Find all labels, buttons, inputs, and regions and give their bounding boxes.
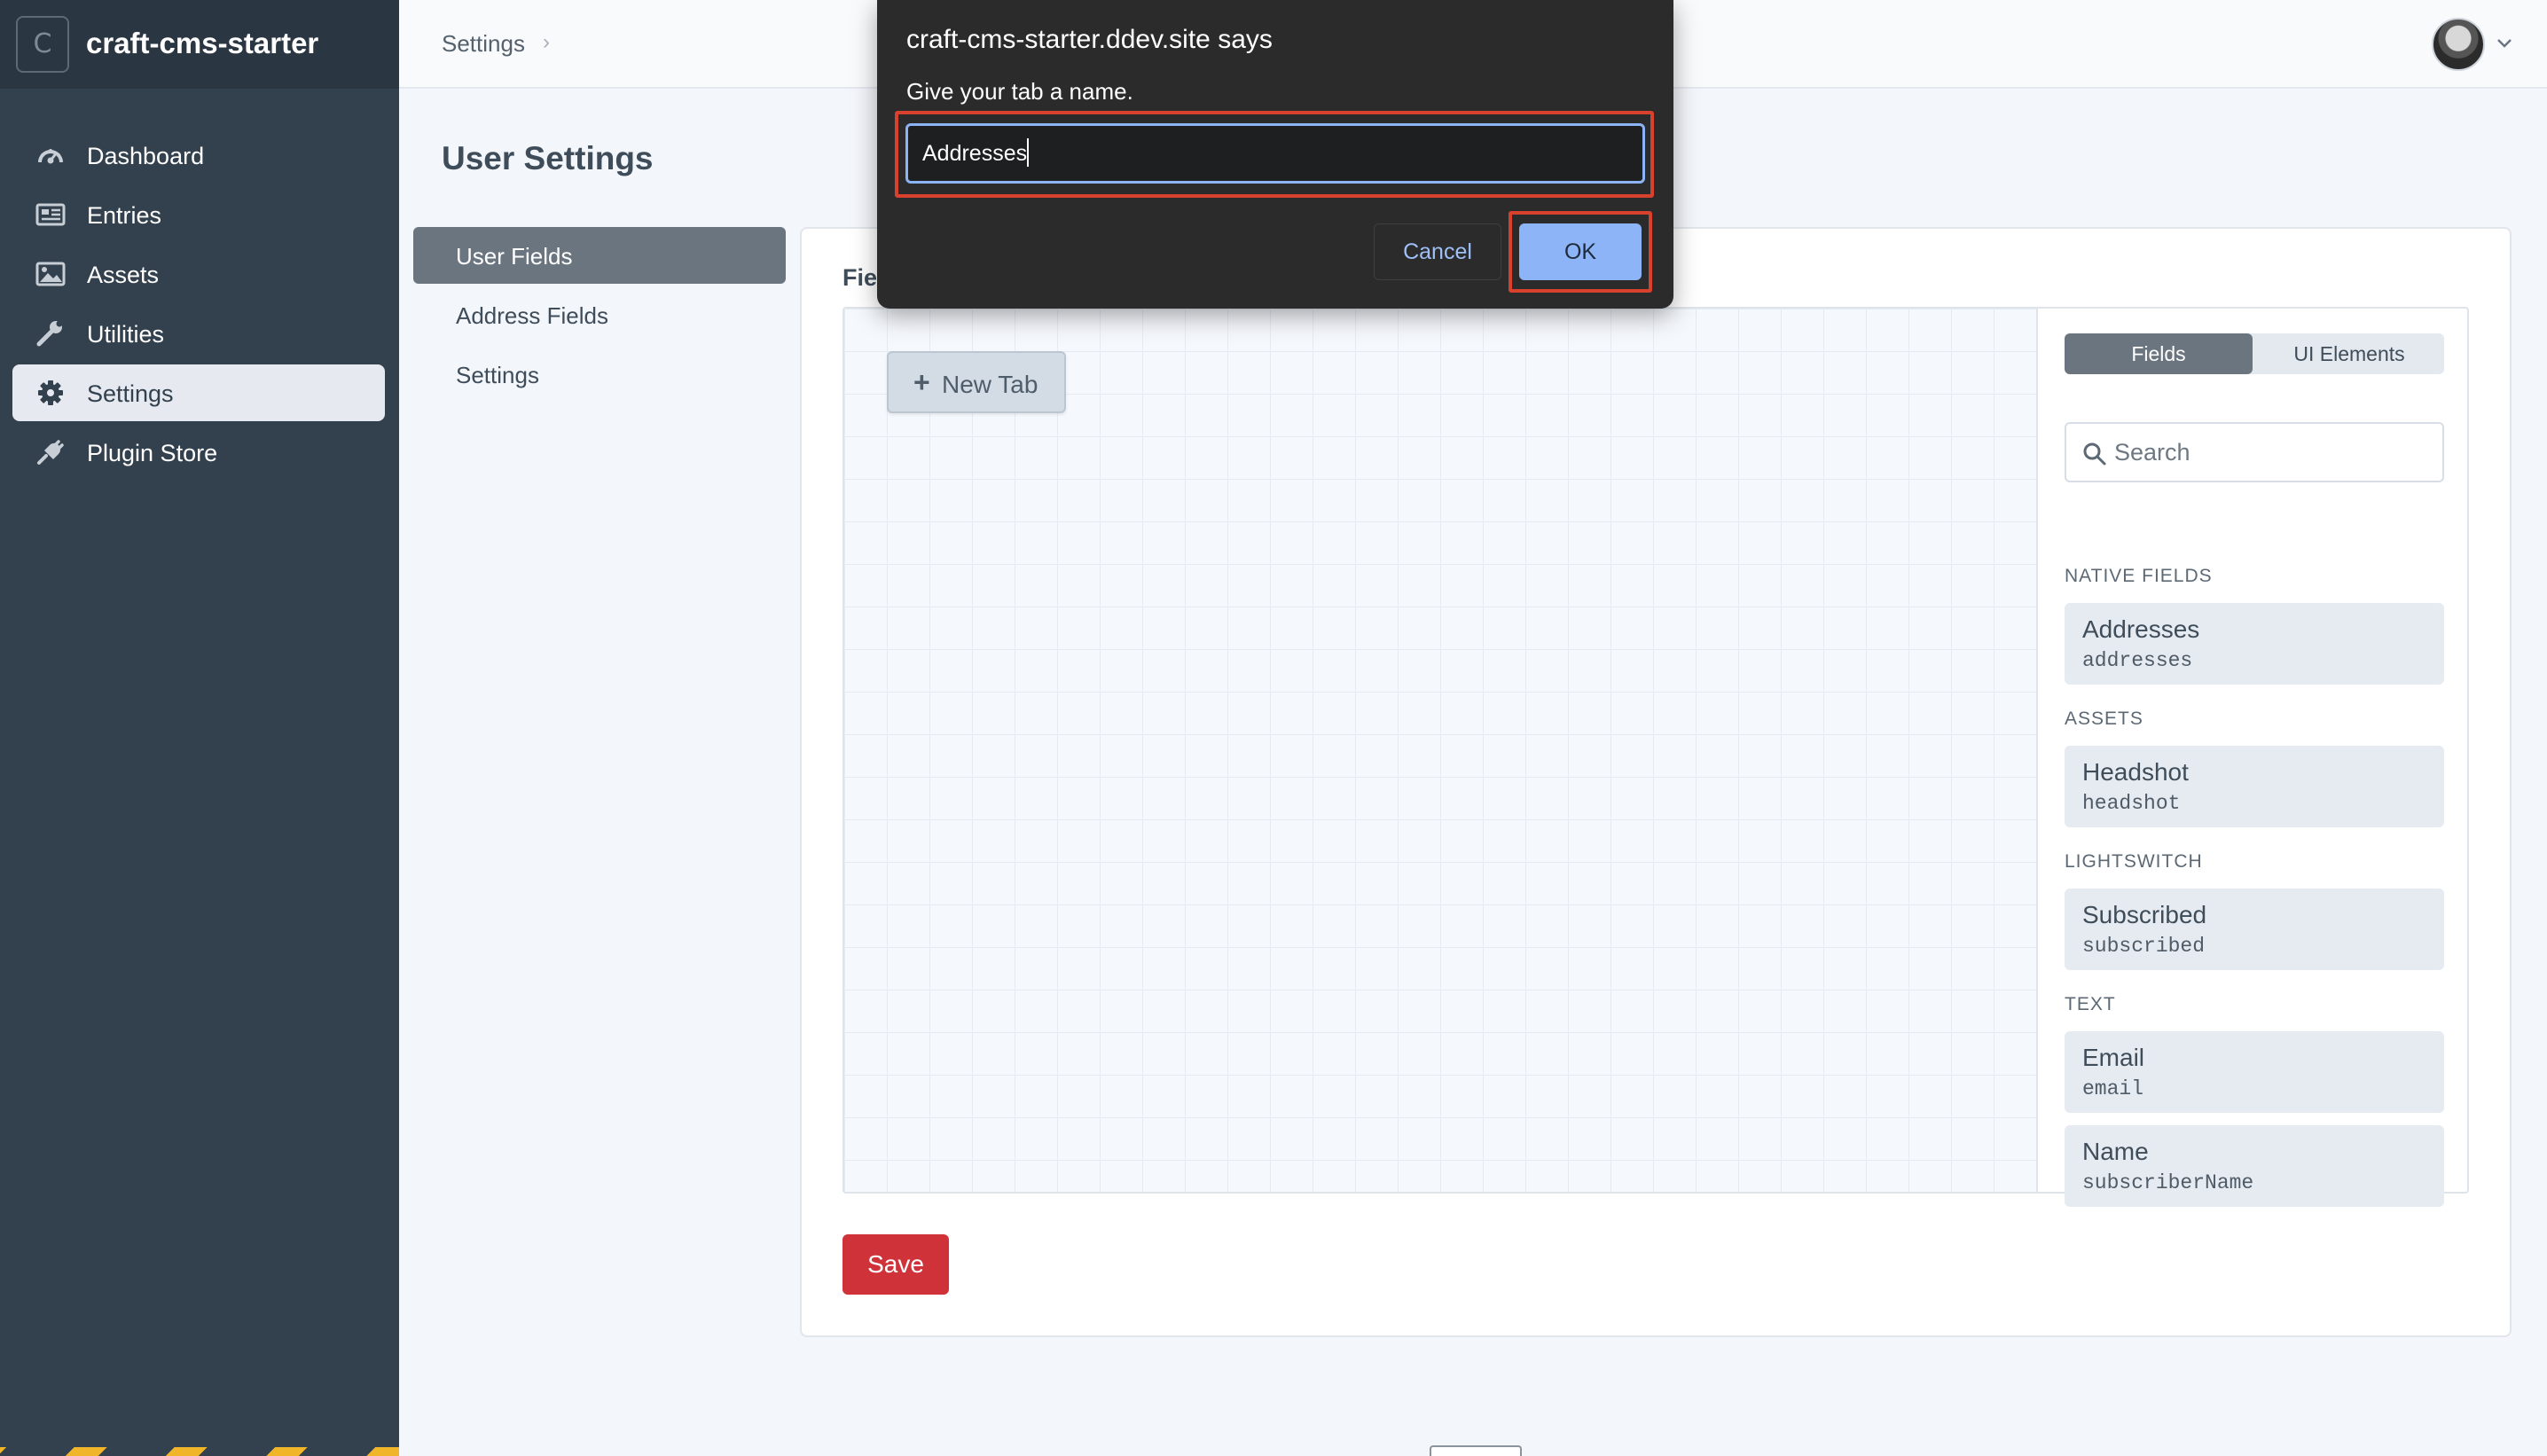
field-item-name[interactable]: Name subscriberName [2065,1125,2444,1207]
sidebar-item-label: Entries [87,202,162,229]
subnav-item-label: Address Fields [456,302,608,329]
sidebar-item-assets[interactable]: Assets [12,246,385,302]
field-layout-card: Fie + New Tab Fields UI Elements NATIVE … [800,227,2512,1337]
field-handle: email [2082,1077,2144,1100]
field-item-email[interactable]: Email email [2065,1031,2444,1113]
ok-button[interactable]: OK [1519,223,1642,280]
group-heading: TEXT [2065,994,2116,1014]
sidebar-item-entries[interactable]: Entries [12,186,385,243]
tab-ui-elements[interactable]: UI Elements [2254,333,2444,374]
sidebar-item-plugin-store[interactable]: Plugin Store [12,424,385,481]
field-name: Email [2082,1044,2145,1071]
field-item-headshot[interactable]: Headshot headshot [2065,746,2444,827]
sidebar-item-settings[interactable]: Settings [12,364,385,421]
field-layout-designer: + New Tab Fields UI Elements NATIVE FIEL… [842,307,2469,1207]
section-title: Fie [842,264,878,291]
search-icon [2083,442,2106,466]
wrench-icon [36,320,63,347]
field-name: Subscribed [2082,901,2207,928]
tab-name-input[interactable] [905,123,1645,184]
dialog-message: Give your tab a name. [906,78,1133,105]
sidebar-item-utilities[interactable]: Utilities [12,305,385,362]
subnav-item-label: Settings [456,362,539,388]
cancel-button[interactable]: Cancel [1374,223,1501,280]
subnav-item-settings[interactable]: Settings [413,346,786,403]
dialog-title: craft-cms-starter.ddev.site says [906,25,1273,54]
text-caret [1027,138,1029,167]
sidebar-item-label: Plugin Store [87,440,218,466]
group-heading: ASSETS [2065,708,2143,729]
prompt-dialog: craft-cms-starter.ddev.site says Give yo… [877,0,1673,309]
brand-bar: C craft-cms-starter [0,0,399,89]
library-tabs: Fields UI Elements [2065,333,2444,374]
field-handle: headshot [2082,792,2181,815]
sidebar-item-label: Utilities [87,321,165,348]
layout-workspace[interactable]: + New Tab [844,309,2038,1192]
breadcrumb[interactable]: Settings [442,30,525,58]
site-logo-icon[interactable]: C [16,16,69,73]
tab-fields[interactable]: Fields [2065,333,2253,374]
sidebar-item-label: Settings [87,380,174,407]
field-name: Addresses [2082,615,2200,643]
field-library: Fields UI Elements NATIVE FIELDS Address… [2065,333,2444,1207]
sidebar-item-dashboard[interactable]: Dashboard [12,127,385,184]
subnav-item-label: User Fields [456,243,573,270]
sidebar: C craft-cms-starter Dashboard Entries As… [0,0,399,1456]
library-search [2065,422,2444,482]
new-tab-label: New Tab [942,371,1038,398]
field-name: Name [2082,1138,2149,1165]
subnav-item-user-fields[interactable]: User Fields [413,227,786,284]
field-item-subscribed[interactable]: Subscribed subscribed [2065,888,2444,970]
dashboard-icon [38,149,63,164]
group-heading: LIGHTSWITCH [2065,851,2203,872]
field-handle: addresses [2082,649,2193,672]
save-button[interactable]: Save [842,1234,949,1295]
settings-subnav: User Fields Address Fields Settings [413,227,786,405]
plus-icon: + [913,366,930,398]
footer-toggle[interactable] [1430,1445,1522,1456]
sidebar-item-label: Dashboard [87,143,205,169]
plug-icon [37,440,64,465]
dev-mode-stripes [0,1447,399,1456]
field-name: Headshot [2082,758,2189,786]
page-title: User Settings [442,140,654,176]
main-nav: Dashboard Entries Assets Utilities Setti… [12,127,385,483]
assets-icon [35,262,66,286]
site-name[interactable]: craft-cms-starter [86,27,318,60]
sidebar-item-label: Assets [87,262,160,288]
gear-icon [38,380,63,405]
search-input[interactable] [2114,434,2433,470]
entries-icon [35,203,66,226]
new-tab-button[interactable]: + New Tab [887,351,1066,413]
field-handle: subscriberName [2082,1171,2254,1194]
avatar[interactable] [2432,18,2485,71]
breadcrumb-chevron-icon: › [543,30,550,54]
chevron-down-icon[interactable] [2494,32,2515,53]
field-item-addresses[interactable]: Addresses addresses [2065,603,2444,685]
subnav-item-address-fields[interactable]: Address Fields [413,286,786,343]
group-heading: NATIVE FIELDS [2065,566,2213,586]
field-handle: subscribed [2082,935,2206,958]
